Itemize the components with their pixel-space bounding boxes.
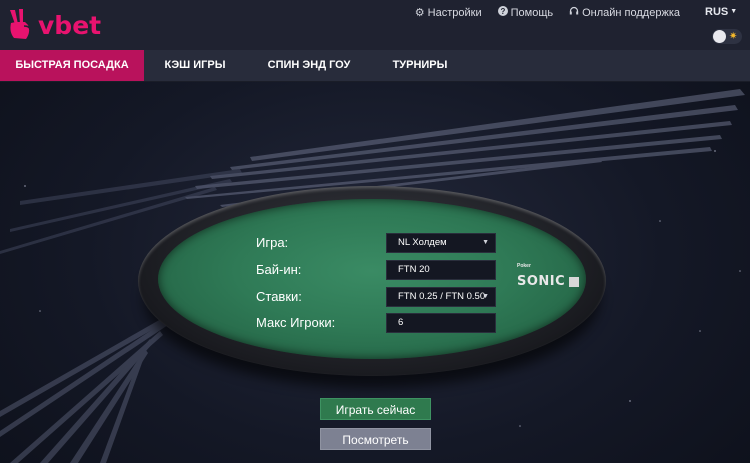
- buyin-field[interactable]: FTN 20: [386, 260, 496, 280]
- stakes-select[interactable]: FTN 0.25 / FTN 0.50 ▼: [386, 287, 496, 307]
- game-label: Игра:: [256, 235, 289, 250]
- chevron-down-icon: ▼: [730, 8, 738, 15]
- view-button[interactable]: Посмотреть: [320, 428, 431, 450]
- buyin-value: FTN 20: [398, 264, 430, 275]
- buyin-label: Бай-ин:: [256, 262, 302, 277]
- max-players-label: Макс Игроки:: [256, 315, 336, 330]
- logo-text: vbet: [38, 10, 102, 40]
- help-label: Помощь: [510, 6, 554, 19]
- logo[interactable]: vbet: [6, 8, 101, 42]
- tab-tournaments[interactable]: ТУРНИРЫ: [372, 50, 468, 81]
- top-links: ⚙ Настройки ? Помощь Онлайн поддержка: [415, 6, 680, 19]
- toggle-knob: [713, 30, 726, 43]
- sonic-badge: Poker SONIC: [514, 262, 582, 298]
- stakes-label: Ставки:: [256, 289, 302, 304]
- language-select[interactable]: RUS ▼: [705, 6, 737, 18]
- sonic-checkbox[interactable]: [569, 277, 579, 287]
- gear-icon: ⚙: [414, 7, 425, 19]
- theme-toggle[interactable]: ✷: [712, 29, 742, 44]
- sun-icon: ✷: [729, 31, 738, 42]
- settings-link[interactable]: ⚙ Настройки: [414, 6, 482, 20]
- main-nav: БЫСТРАЯ ПОСАДКА КЭШ ИГРЫ СПИН ЭНД ГОУ ТУ…: [0, 50, 750, 82]
- chevron-down-icon: ▼: [482, 239, 489, 246]
- sonic-brand-text: SONIC: [517, 274, 566, 289]
- game-select[interactable]: NL Холдем ▼: [386, 233, 496, 253]
- tab-spin-and-go[interactable]: СПИН ЭНД ГОУ: [246, 50, 372, 81]
- chevron-down-icon: ▼: [482, 293, 489, 300]
- headset-icon: [569, 6, 579, 19]
- max-players-value: 6: [398, 317, 404, 328]
- help-icon: ?: [497, 6, 508, 19]
- tab-cash-games[interactable]: КЭШ ИГРЫ: [144, 50, 246, 81]
- top-header: vbet ⚙ Настройки ? Помощь Онлайн поддерж…: [0, 0, 750, 50]
- tab-quick-seat[interactable]: БЫСТРАЯ ПОСАДКА: [0, 50, 144, 81]
- help-link[interactable]: ? Помощь: [497, 6, 554, 19]
- svg-text:?: ?: [500, 7, 505, 16]
- game-value: NL Холдем: [398, 237, 447, 248]
- max-players-field[interactable]: 6: [386, 313, 496, 333]
- victory-hand-icon: [10, 9, 31, 39]
- language-value: RUS: [705, 6, 729, 18]
- play-now-button[interactable]: Играть сейчас: [320, 398, 431, 420]
- support-link[interactable]: Онлайн поддержка: [569, 6, 680, 19]
- stakes-value: FTN 0.25 / FTN 0.50: [398, 291, 486, 302]
- settings-label: Настройки: [427, 6, 482, 19]
- support-label: Онлайн поддержка: [582, 6, 680, 19]
- sonic-small-text: Poker: [517, 263, 531, 269]
